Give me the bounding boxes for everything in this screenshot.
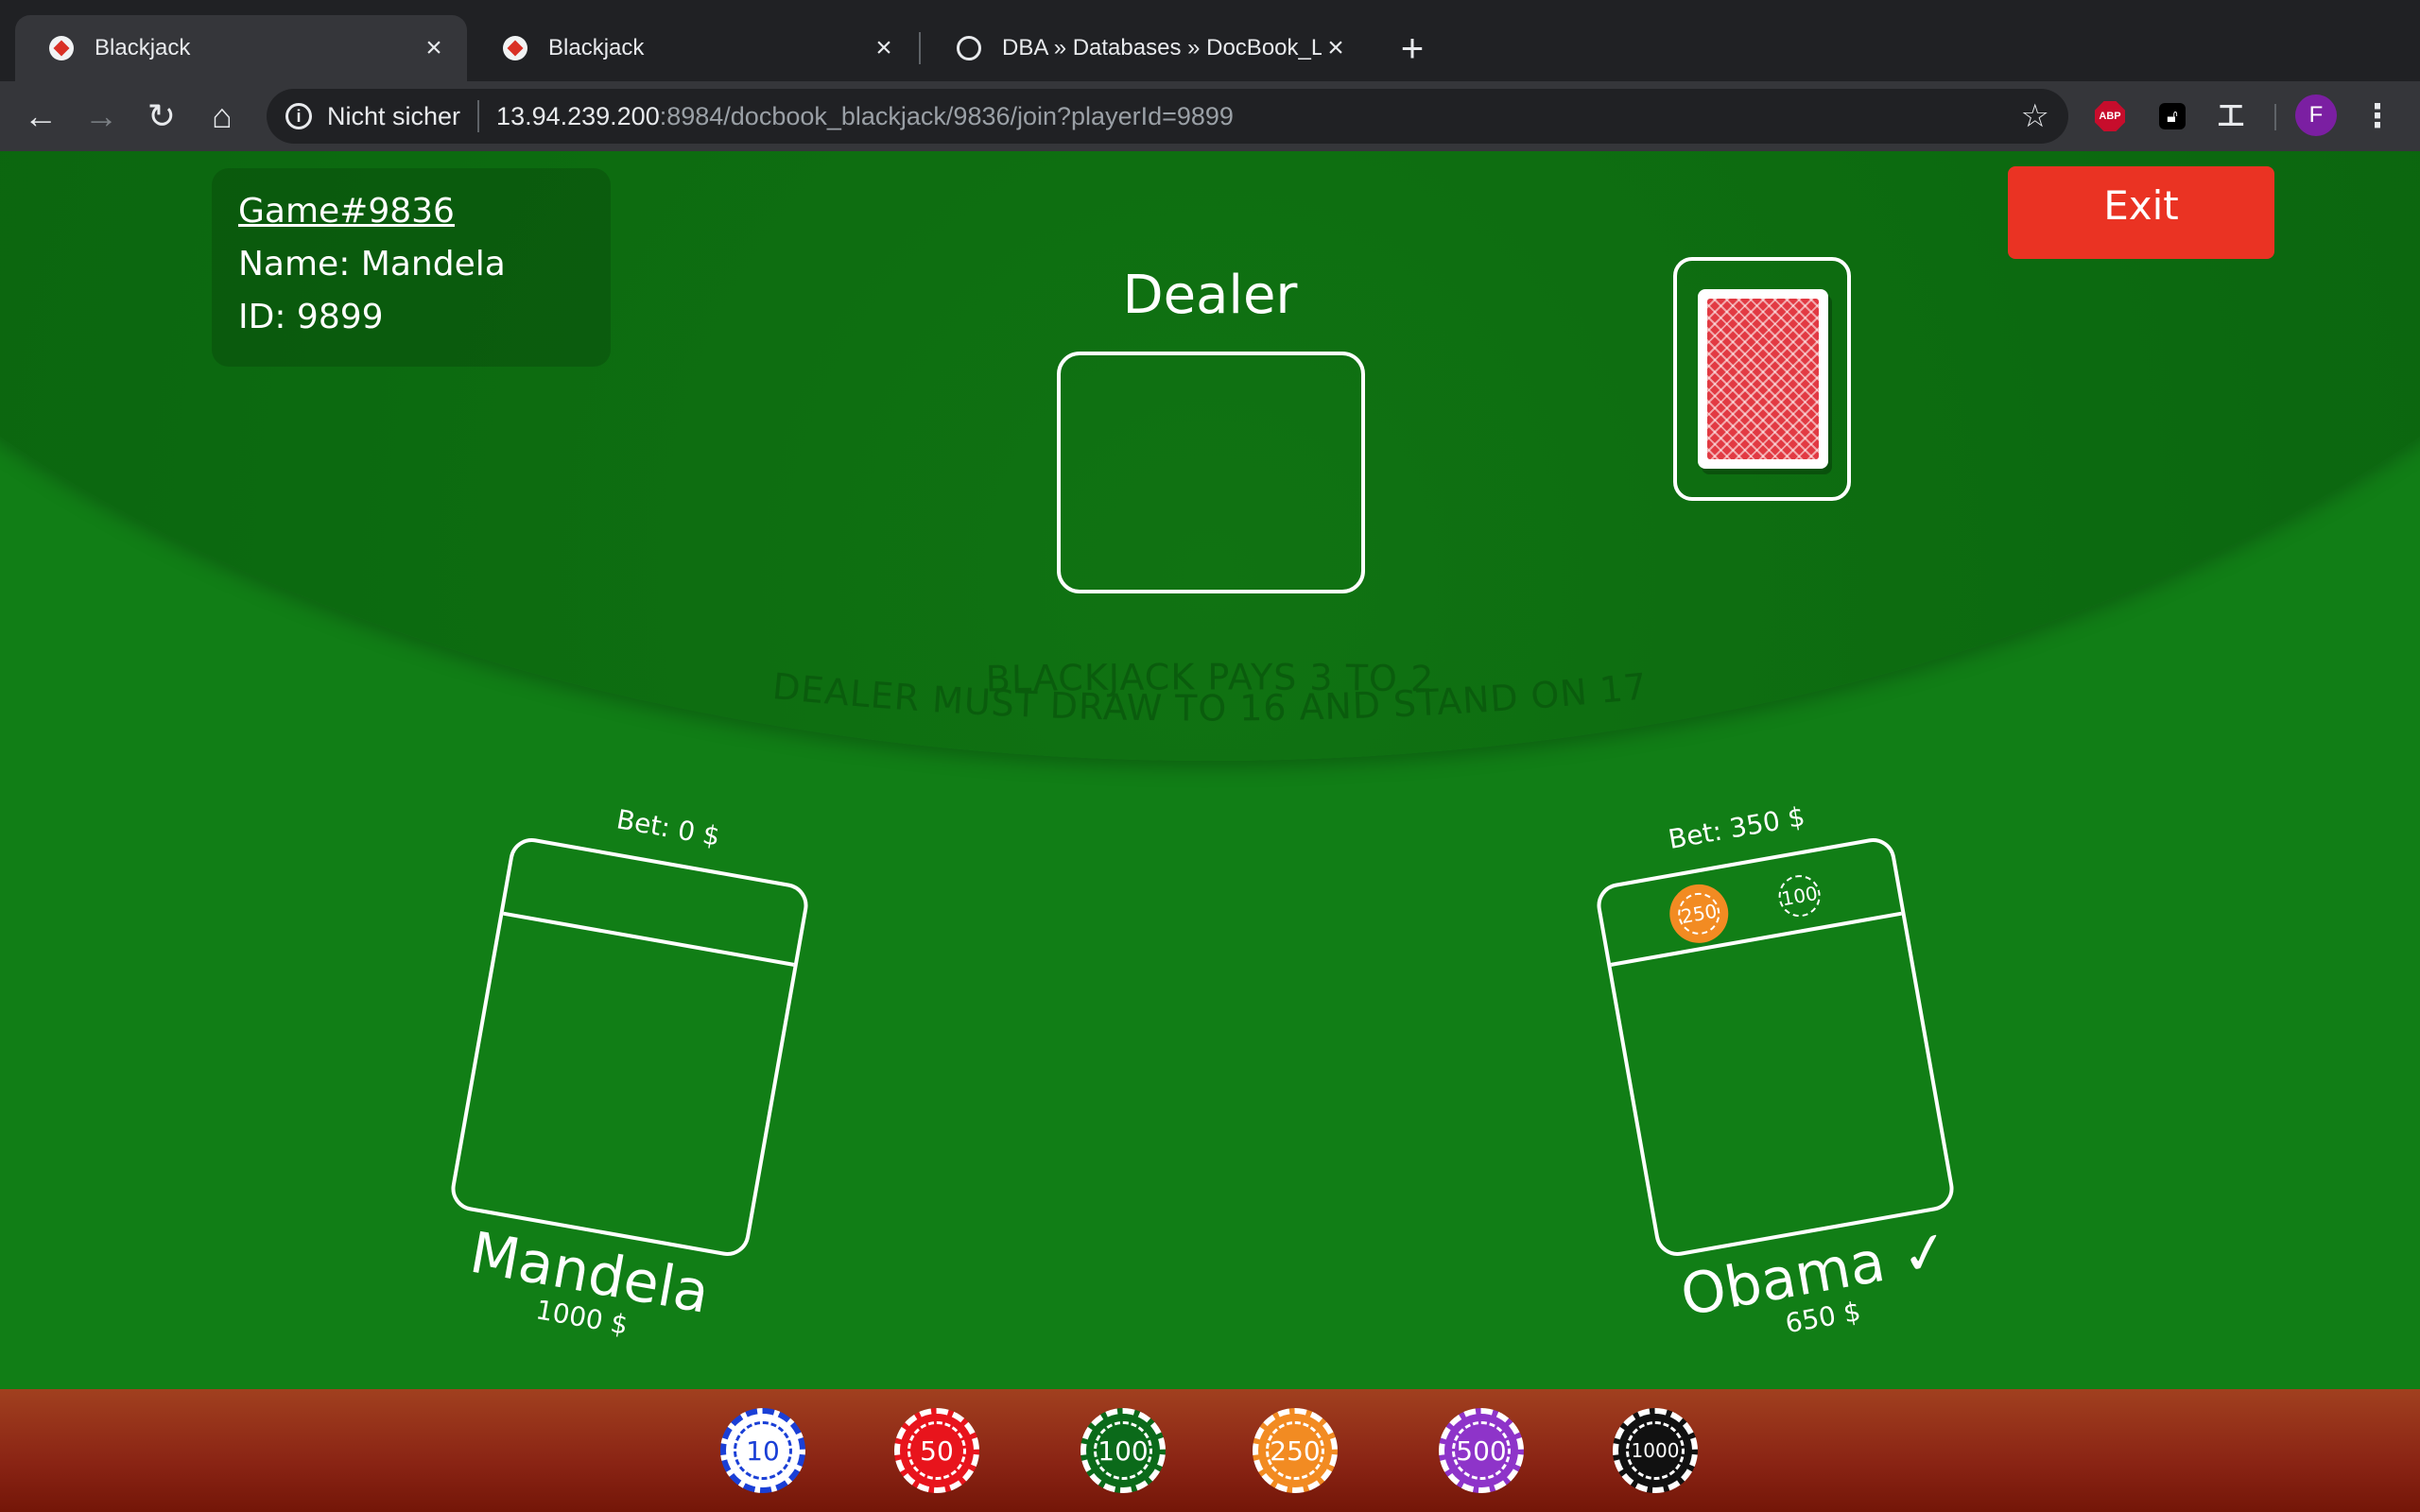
chip-rail: 10 50 100 250 500 1000 — [0, 1389, 2420, 1512]
tab-title: DBA » Databases » DocBook_Lo — [1002, 35, 1322, 60]
tab-dba-databases[interactable]: DBA » Databases » DocBook_Lo × — [923, 15, 1369, 81]
home-icon[interactable]: ⌂ — [199, 93, 246, 140]
bet-chip-100: 100 — [1766, 862, 1834, 930]
new-tab-button[interactable]: + — [1392, 28, 1433, 70]
bet-chip-label: 250 — [1674, 889, 1723, 938]
tab-title: Blackjack — [548, 35, 645, 60]
blackjack-favicon-icon — [49, 36, 74, 60]
chip-500[interactable]: 500 — [1439, 1408, 1524, 1493]
globe-icon — [957, 36, 981, 60]
security-label[interactable]: Nicht sicher — [327, 102, 460, 131]
close-tab-icon[interactable]: × — [420, 34, 448, 62]
chip-label: 10 — [734, 1421, 792, 1480]
chip-label: 250 — [1266, 1421, 1324, 1480]
dealer-label: Dealer — [1122, 265, 1298, 326]
exit-button[interactable]: Exit — [2008, 166, 2274, 259]
tab-blackjack-1[interactable]: Blackjack × — [15, 15, 467, 81]
chip-label: 50 — [908, 1421, 966, 1480]
bet-chip-250: 250 — [1665, 879, 1734, 948]
browser-chrome: Blackjack × Blackjack × DBA » Databases … — [0, 0, 2420, 151]
toolbar: ← → ↻ ⌂ i Nicht sicher 13.94.239.200 :89… — [0, 81, 2420, 151]
dealer-card-slot — [1057, 352, 1365, 593]
chip-10[interactable]: 10 — [720, 1408, 805, 1493]
chip-area-divider — [503, 911, 795, 967]
extension-separator — [2274, 104, 2276, 130]
omnibox-separator — [477, 100, 480, 132]
card-deck — [1673, 257, 1851, 501]
seat-box — [447, 834, 812, 1260]
blackjack-table: Game#9836 Name: Mandela ID: 9899 Exit De… — [0, 151, 2420, 1512]
blackjack-favicon-icon — [503, 36, 527, 60]
player-seat-mandela[interactable]: Bet: 0 $ Mandela 1000 $ — [447, 803, 812, 1341]
chip-250[interactable]: 250 — [1253, 1408, 1338, 1493]
chip-100[interactable]: 100 — [1080, 1408, 1166, 1493]
kebab-menu-icon[interactable]: ⋮ — [2354, 93, 2401, 140]
tab-blackjack-2[interactable]: Blackjack × — [469, 15, 917, 81]
table-rules: BLACKJACK PAYS 3 TO 2 DEALER MUST DRAW T… — [770, 656, 1648, 729]
tab-title: Blackjack — [95, 35, 191, 60]
chip-area-divider — [1610, 911, 1902, 967]
lock-extension-icon[interactable]: 🔓︎ — [2152, 95, 2193, 137]
player-id: ID: 9899 — [238, 298, 384, 336]
chip-label: 100 — [1094, 1421, 1152, 1480]
card-back — [1698, 289, 1828, 469]
chip-50[interactable]: 50 — [894, 1408, 979, 1493]
translate-extension-icon[interactable]: 工 — [2210, 95, 2252, 137]
info-icon[interactable]: i — [285, 103, 312, 129]
player-name: Name: Mandela — [238, 245, 506, 284]
bet-chip-label: 100 — [1775, 871, 1824, 920]
player-seat-obama[interactable]: Bet: 350 $ 250 100 Obama ✓ 650 $ — [1593, 800, 1958, 1339]
url-path[interactable]: :8984/docbook_blackjack/9836/join?player… — [660, 102, 1234, 131]
tab-strip: Blackjack × Blackjack × DBA » Databases … — [0, 0, 2420, 81]
url-host[interactable]: 13.94.239.200 — [496, 102, 660, 131]
reload-icon[interactable]: ↻ — [138, 93, 185, 140]
chip-label: 1000 — [1626, 1421, 1685, 1480]
tab-separator — [919, 32, 921, 64]
profile-avatar[interactable]: F — [2295, 94, 2337, 136]
chip-1000[interactable]: 1000 — [1613, 1408, 1698, 1493]
chip-label: 500 — [1452, 1421, 1511, 1480]
address-bar[interactable]: i Nicht sicher 13.94.239.200 :8984/docbo… — [267, 89, 2068, 144]
close-tab-icon[interactable]: × — [1322, 34, 1350, 62]
adblock-plus-icon[interactable]: ABP — [2089, 95, 2131, 137]
forward-arrow-icon[interactable]: → — [78, 93, 125, 140]
seat-box: 250 100 — [1593, 834, 1958, 1260]
bookmark-star-icon[interactable]: ☆ — [2021, 96, 2049, 136]
game-id-link[interactable]: Game#9836 — [238, 185, 584, 238]
back-arrow-icon[interactable]: ← — [17, 93, 64, 140]
game-info-panel: Game#9836 Name: Mandela ID: 9899 — [212, 168, 611, 367]
close-tab-icon[interactable]: × — [870, 34, 898, 62]
